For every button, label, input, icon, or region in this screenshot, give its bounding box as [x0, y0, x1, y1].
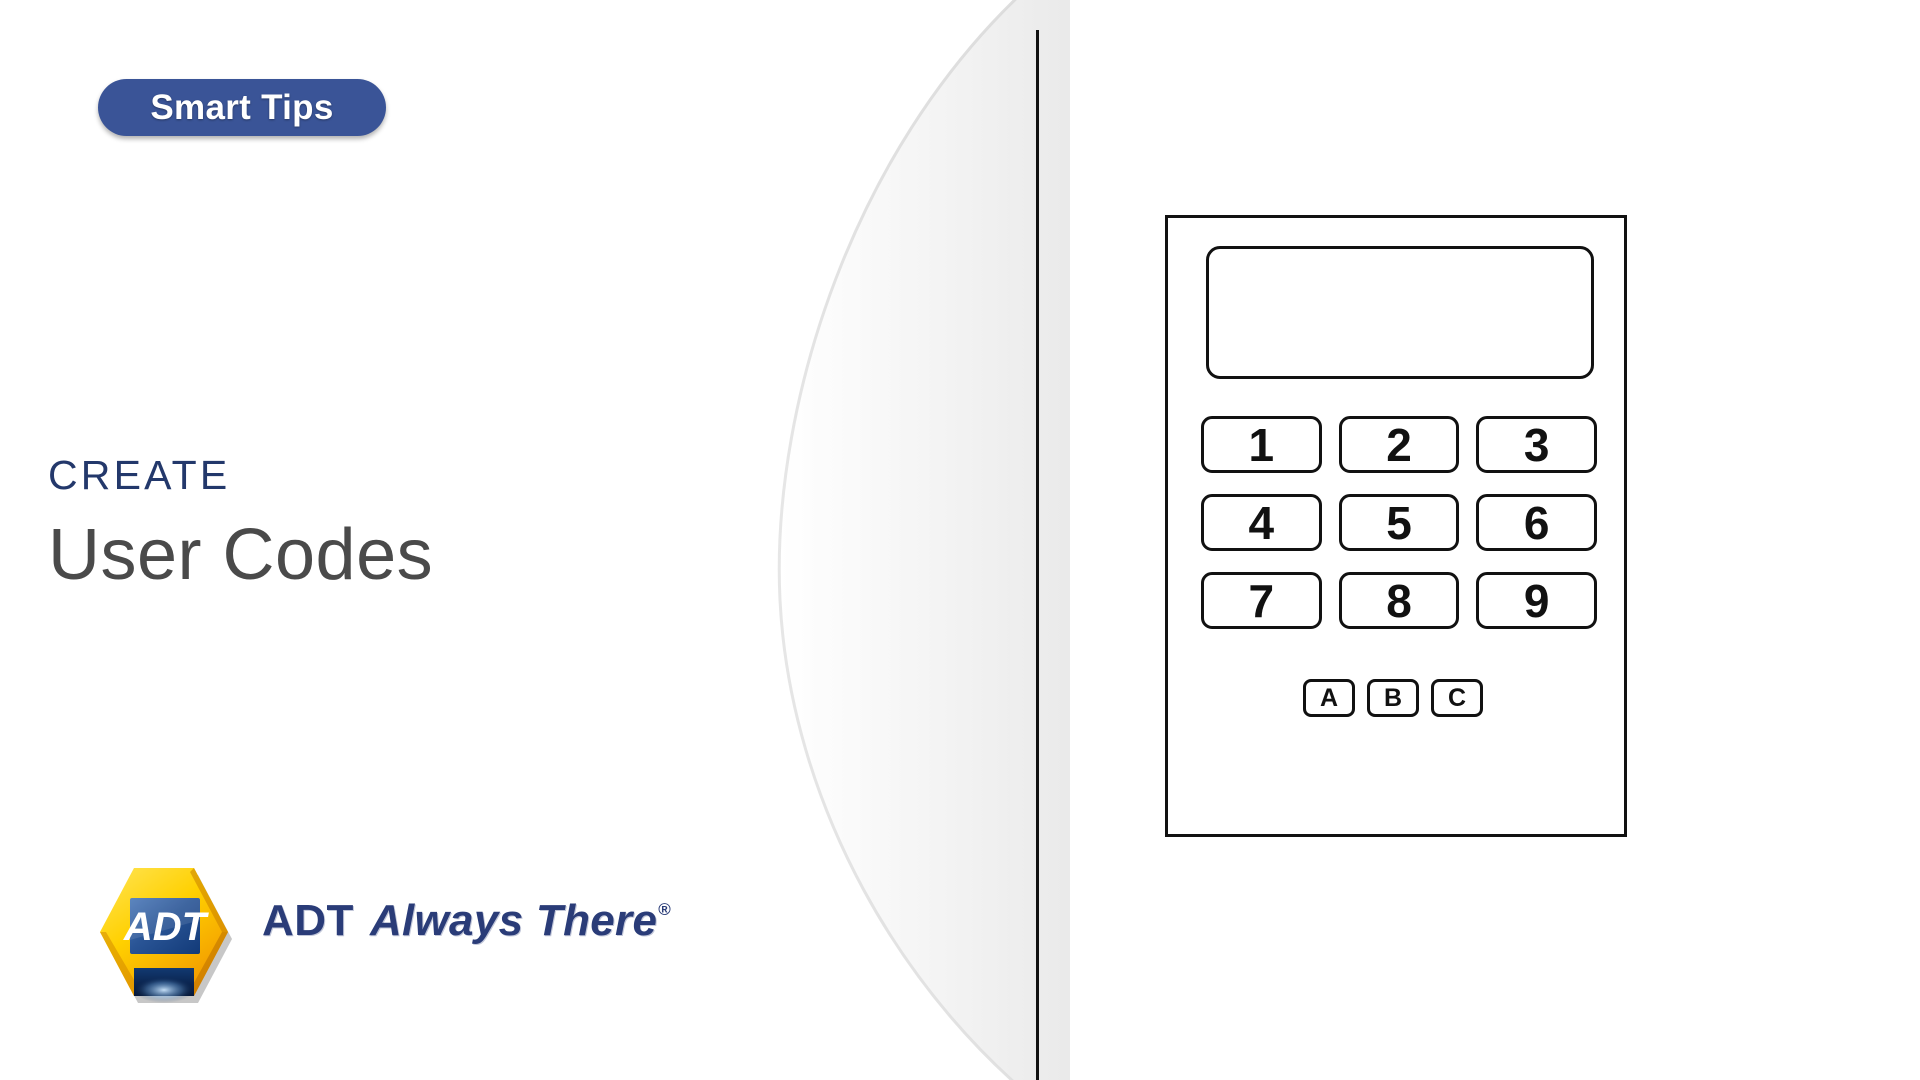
keypad-function-key-b[interactable]: B	[1367, 679, 1419, 717]
keypad-function-row: A B C	[1303, 679, 1483, 717]
keypad-key-6[interactable]: 6	[1476, 494, 1597, 551]
wordmark-tagline: Always There	[369, 896, 658, 945]
adt-hexagon-logo-icon: ADT	[94, 858, 234, 1010]
slide-canvas: Smart Tips CREATE User Codes ADT ADT Alw…	[0, 0, 1920, 1080]
smart-tips-label: Smart Tips	[150, 88, 334, 127]
keypad-key-8[interactable]: 8	[1338, 572, 1460, 629]
keypad-key-1[interactable]: 1	[1201, 416, 1322, 473]
keypad-function-key-a[interactable]: A	[1303, 679, 1355, 717]
svg-text:ADT: ADT	[123, 905, 210, 949]
vertical-divider	[1036, 30, 1039, 1080]
page-title: User Codes	[48, 515, 434, 595]
headline-eyebrow: CREATE	[48, 452, 231, 498]
keypad-key-9[interactable]: 9	[1476, 572, 1597, 629]
keypad-key-7[interactable]: 7	[1201, 572, 1322, 629]
keypad-key-5[interactable]: 5	[1338, 494, 1460, 551]
keypad-number-grid: 1 2 3 4 5 6 7 8 9	[1201, 416, 1597, 629]
keypad-key-2[interactable]: 2	[1338, 416, 1460, 473]
wordmark-brand: ADT	[262, 896, 354, 945]
keypad-key-3[interactable]: 3	[1476, 416, 1597, 473]
keypad-function-key-c[interactable]: C	[1431, 679, 1483, 717]
adt-wordmark: ADT Always There ®	[262, 896, 671, 969]
keypad-panel: 1 2 3 4 5 6 7 8 9 A B C	[1165, 215, 1627, 837]
adt-logo-lockup: ADT ADT Always There ®	[94, 858, 671, 1010]
smart-tips-badge: Smart Tips	[98, 79, 386, 136]
keypad-key-4[interactable]: 4	[1201, 494, 1322, 551]
keypad-display	[1206, 246, 1594, 379]
registered-mark-icon: ®	[658, 900, 671, 919]
headline-block: CREATE User Codes	[48, 455, 808, 594]
